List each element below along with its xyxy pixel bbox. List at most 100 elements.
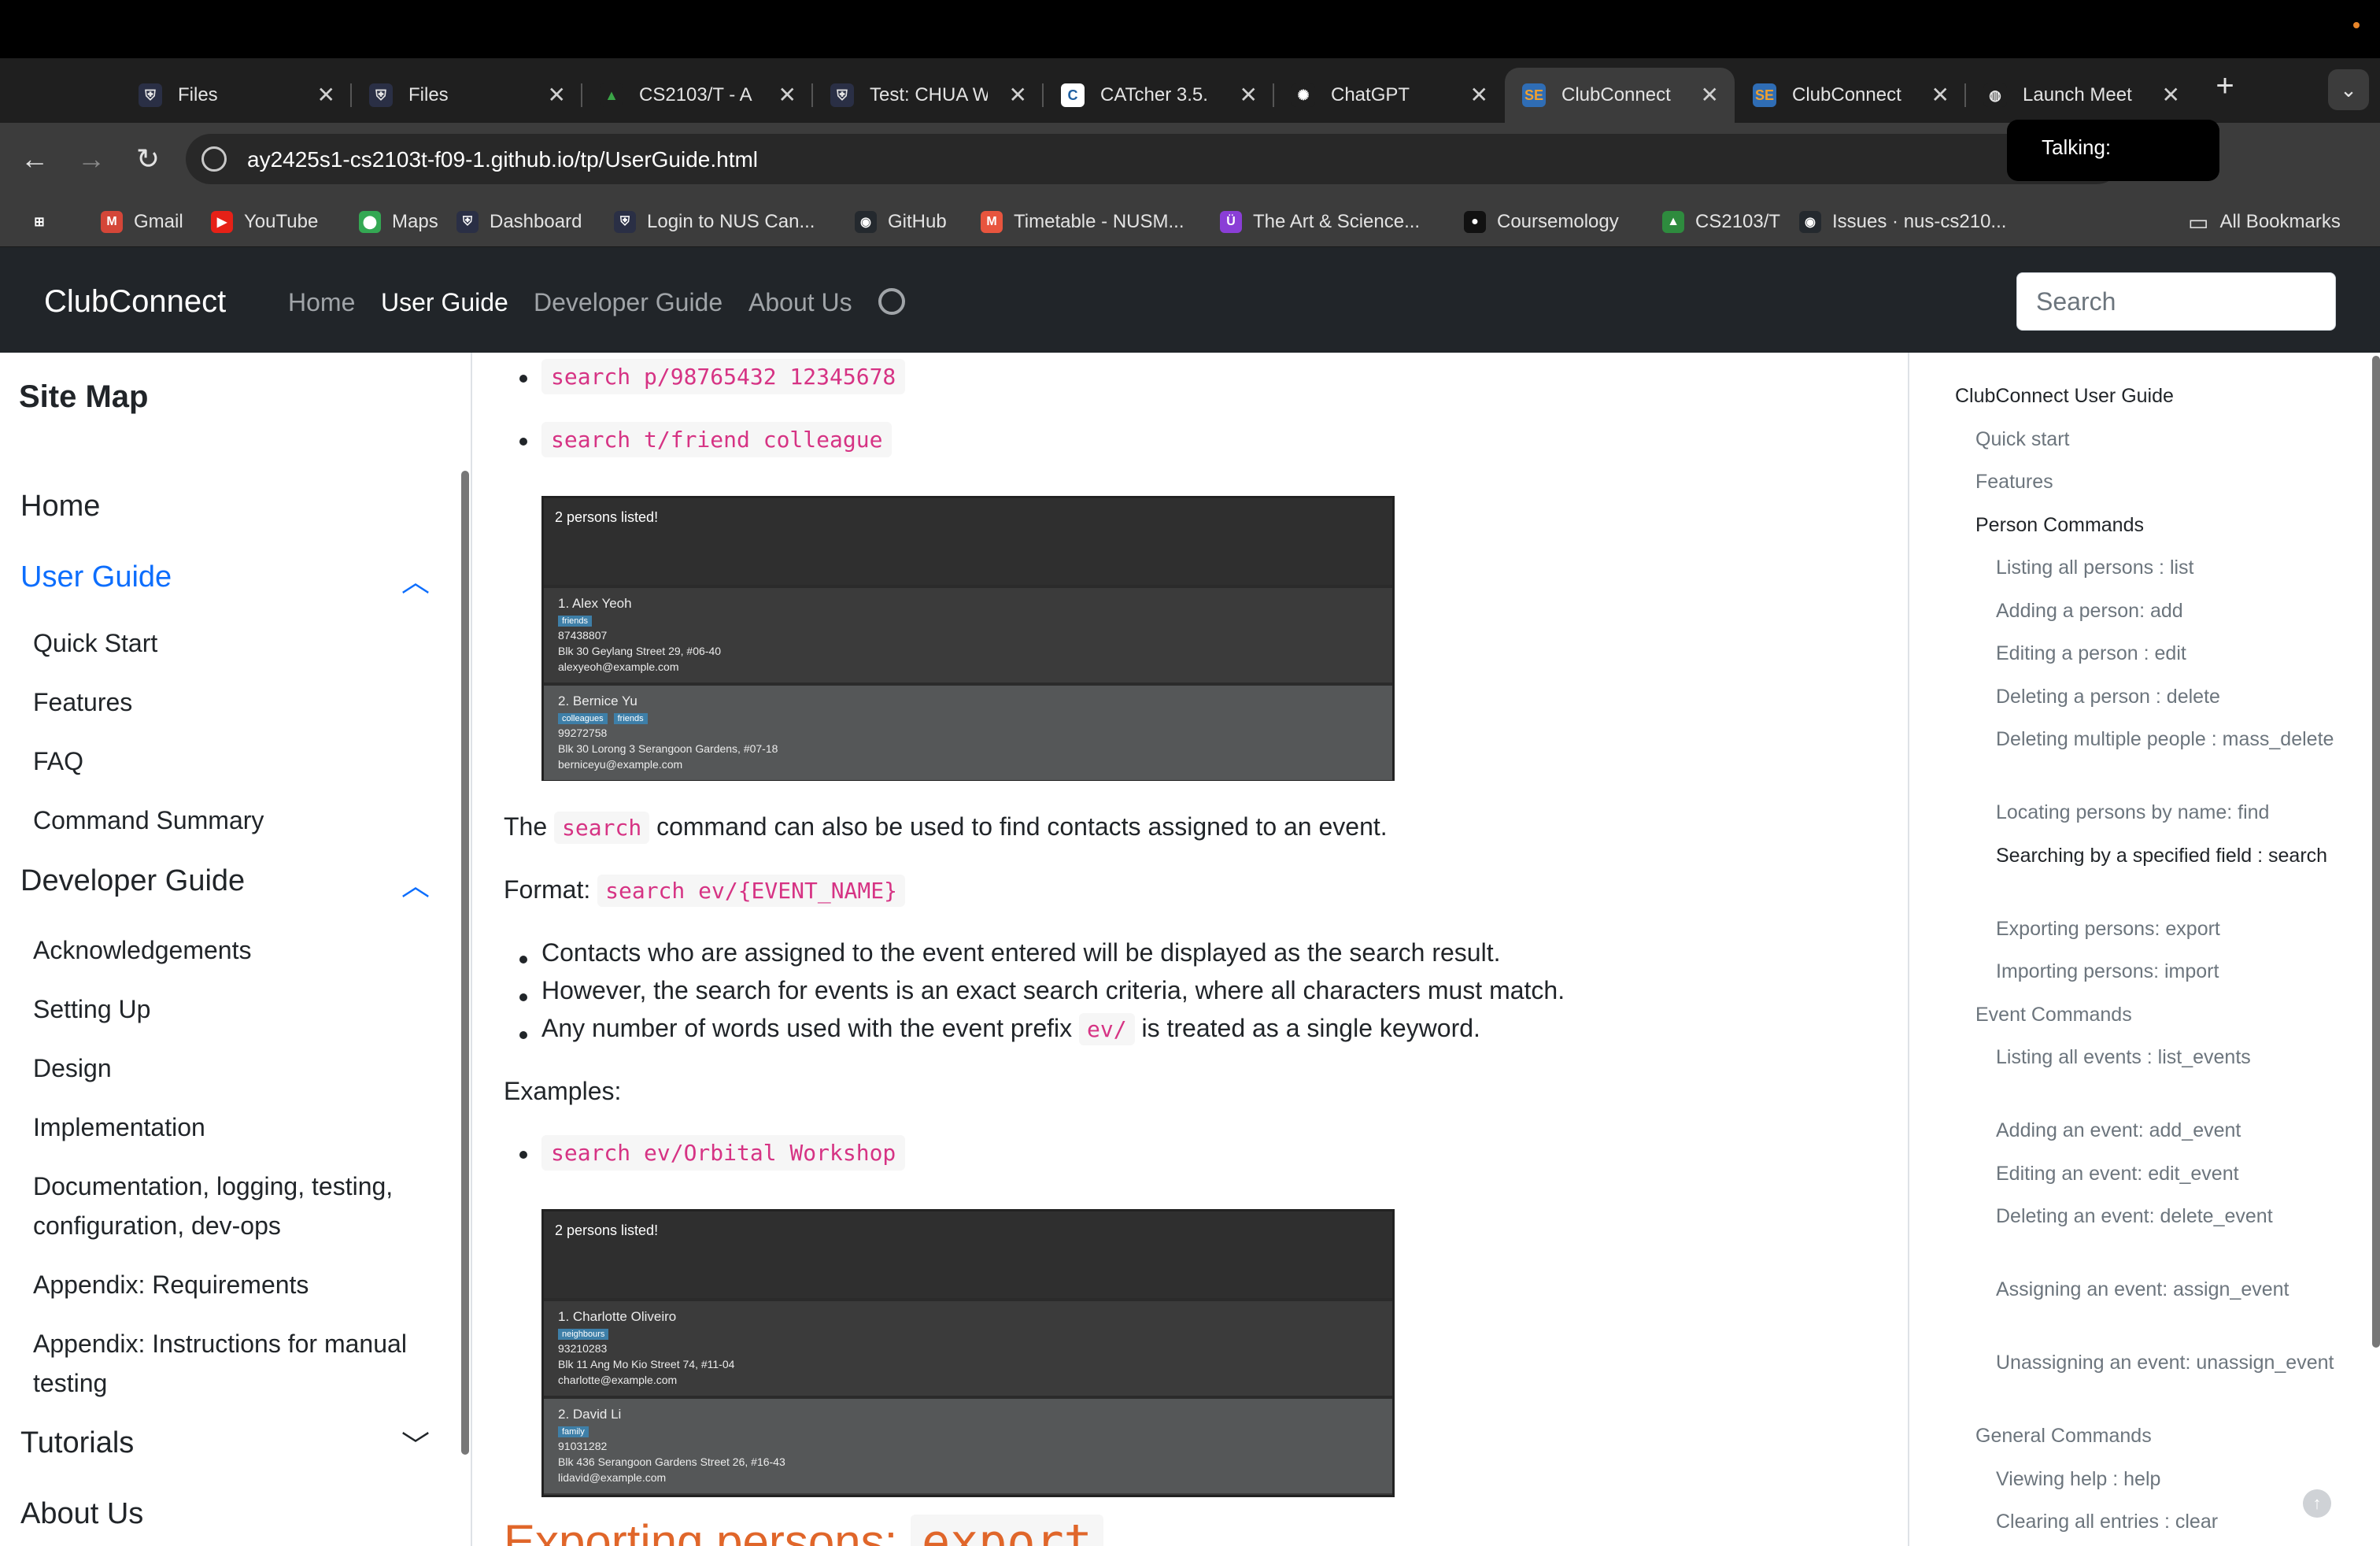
toc-link[interactable]: Adding a person: add bbox=[1996, 596, 2342, 626]
site-info-icon[interactable] bbox=[201, 146, 227, 172]
address-bar[interactable]: ay2425s1-cs2103t-f09-1.github.io/tp/User… bbox=[186, 134, 2122, 184]
toc-link[interactable]: Quick start bbox=[1975, 424, 2322, 454]
toc-link[interactable]: Unassigning an event: unassign_event bbox=[1996, 1348, 2342, 1378]
toc-link[interactable]: Features bbox=[1975, 467, 2322, 497]
person-phone: 99272758 bbox=[558, 727, 608, 739]
browser-tab[interactable]: ◍ Launch Meet ✕ bbox=[1966, 68, 2196, 123]
sitemap-appendix-manual-testing[interactable]: Appendix: Instructions for manual testin… bbox=[33, 1324, 442, 1403]
browser-tab[interactable]: C CATcher 3.5. ✕ bbox=[1044, 68, 1273, 123]
toc-link[interactable]: Listing all events : list_events bbox=[1996, 1042, 2342, 1072]
sitemap-user-guide[interactable]: User Guide bbox=[20, 560, 172, 594]
toc-link[interactable]: Listing all persons : list bbox=[1996, 553, 2342, 583]
sitemap-appendix-requirements[interactable]: Appendix: Requirements bbox=[33, 1265, 442, 1304]
toc-link[interactable]: Importing persons: import bbox=[1996, 956, 2342, 986]
browser-tab[interactable]: ✺ ChatGPT ✕ bbox=[1274, 68, 1504, 123]
nav-home[interactable]: Home bbox=[288, 288, 355, 317]
tab-close-icon[interactable]: ✕ bbox=[778, 82, 796, 108]
bookmark-item[interactable]: M Timetable - NUSM... bbox=[981, 208, 1184, 236]
sitemap-features[interactable]: Features bbox=[33, 682, 442, 722]
chevron-down-icon[interactable]: ﹀ bbox=[401, 1423, 430, 1464]
sitemap-developer-guide[interactable]: Developer Guide bbox=[20, 864, 245, 898]
browser-tab[interactable]: SE ClubConnect ✕ bbox=[1505, 68, 1735, 123]
sitemap-quick-start[interactable]: Quick Start bbox=[33, 623, 442, 663]
forward-button[interactable]: → bbox=[72, 140, 110, 178]
bookmark-item[interactable]: ◉ GitHub bbox=[855, 208, 947, 236]
sitemap-command-summary[interactable]: Command Summary bbox=[33, 801, 442, 840]
nav-about-us[interactable]: About Us bbox=[748, 288, 852, 317]
tab-close-icon[interactable]: ✕ bbox=[2162, 82, 2180, 108]
result-screenshot: 2 persons listed! 1. Alex Yeoh friends 8743… bbox=[541, 496, 1395, 781]
site-brand[interactable]: ClubConnect bbox=[44, 284, 226, 320]
toc-scrollbar[interactable] bbox=[2372, 356, 2380, 1348]
bookmark-favicon-icon: ▶ bbox=[211, 211, 233, 233]
toc-link[interactable]: Deleting a person : delete bbox=[1996, 682, 2342, 712]
sitemap-scrollbar[interactable] bbox=[461, 471, 469, 1455]
reload-button[interactable]: ↻ bbox=[129, 140, 167, 178]
apps-button[interactable]: ⊞ bbox=[28, 208, 61, 236]
toc-link[interactable]: Assigning an event: assign_event bbox=[1996, 1274, 2342, 1304]
toc-link[interactable]: Locating persons by name: find bbox=[1996, 797, 2342, 827]
sitemap-acknowledgements[interactable]: Acknowledgements bbox=[33, 930, 442, 970]
browser-tab[interactable]: ⛨ Test: CHUA W ✕ bbox=[813, 68, 1043, 123]
tab-search-button[interactable]: ⌄ bbox=[2328, 69, 2369, 110]
nav-user-guide[interactable]: User Guide bbox=[381, 288, 508, 317]
toc-link[interactable]: Searching by a specified field : search bbox=[1996, 841, 2342, 871]
talking-popup: Talking: bbox=[2007, 120, 2219, 181]
tab-close-icon[interactable]: ✕ bbox=[1240, 82, 1258, 108]
sitemap-faq[interactable]: FAQ bbox=[33, 742, 442, 781]
browser-tab[interactable]: ⛨ Files ✕ bbox=[352, 68, 582, 123]
browser-tab[interactable]: ⛨ Files ✕ bbox=[121, 68, 351, 123]
tab-close-icon[interactable]: ✕ bbox=[1009, 82, 1027, 108]
event-search-sentence: The search command can also be used to f… bbox=[504, 812, 1388, 844]
url-text[interactable]: ay2425s1-cs2103t-f09-1.github.io/tp/User… bbox=[247, 147, 758, 172]
tab-close-icon[interactable]: ✕ bbox=[1470, 82, 1488, 108]
toc-link[interactable]: Viewing help : help bbox=[1996, 1464, 2342, 1494]
sitemap-design[interactable]: Design bbox=[33, 1049, 442, 1088]
all-bookmarks-button[interactable]: ▭ All Bookmarks bbox=[2188, 208, 2341, 236]
site-search-input[interactable]: Search bbox=[2016, 272, 2336, 331]
tab-close-icon[interactable]: ✕ bbox=[1701, 82, 1719, 108]
tab-favicon-icon: ▲ bbox=[600, 83, 623, 107]
sitemap-tutorials[interactable]: Tutorials bbox=[20, 1426, 134, 1460]
toc-link[interactable]: Adding an event: add_event bbox=[1996, 1115, 2342, 1145]
browser-tab[interactable]: ▲ CS2103/T - A ✕ bbox=[582, 68, 812, 123]
bookmark-item[interactable]: ⬤ Maps bbox=[359, 208, 438, 236]
bookmark-item[interactable]: M Gmail bbox=[101, 208, 183, 236]
sitemap-home[interactable]: Home bbox=[20, 490, 100, 523]
github-icon[interactable] bbox=[878, 288, 905, 315]
toc-link[interactable]: Clearing all entries : clear bbox=[1996, 1507, 2342, 1537]
toc-link[interactable]: ClubConnect User Guide bbox=[1955, 381, 2301, 411]
bookmark-favicon-icon: ⛨ bbox=[614, 211, 636, 233]
toc-link[interactable]: Deleting multiple people : mass_delete bbox=[1996, 724, 2342, 754]
sitemap-setting-up[interactable]: Setting Up bbox=[33, 989, 442, 1029]
toc-link[interactable]: Exporting persons: export bbox=[1996, 914, 2342, 944]
toc-link[interactable]: General Commands bbox=[1975, 1421, 2322, 1451]
chevron-up-icon[interactable]: ︿ bbox=[401, 863, 430, 904]
toc-link[interactable]: Event Commands bbox=[1975, 1000, 2322, 1030]
bookmark-item[interactable]: ◉ Issues · nus-cs210... bbox=[1799, 208, 2006, 236]
bookmark-item[interactable]: Ü The Art & Science... bbox=[1220, 208, 1420, 236]
bookmark-item[interactable]: ⛨ Dashboard bbox=[456, 208, 582, 236]
toc-link[interactable]: Person Commands bbox=[1975, 510, 2322, 540]
bookmark-item[interactable]: ● Coursemology bbox=[1464, 208, 1619, 236]
new-tab-button[interactable]: + bbox=[2205, 68, 2245, 107]
tab-close-icon[interactable]: ✕ bbox=[1931, 82, 1949, 108]
chevron-up-icon[interactable]: ︿ bbox=[401, 559, 430, 600]
bookmark-label: Issues · nus-cs210... bbox=[1832, 211, 2007, 232]
browser-tab[interactable]: SE ClubConnect ✕ bbox=[1735, 68, 1965, 123]
tag-chip: family bbox=[558, 1426, 589, 1437]
bookmark-item[interactable]: ▶ YouTube bbox=[211, 208, 318, 236]
toc-link[interactable]: Editing a person : edit bbox=[1996, 638, 2342, 668]
toc-link[interactable]: Deleting an event: delete_event bbox=[1996, 1201, 2342, 1231]
sitemap-implementation[interactable]: Implementation bbox=[33, 1108, 442, 1147]
back-to-top-button[interactable]: ↑ bbox=[2303, 1489, 2331, 1518]
bookmark-item[interactable]: ⛨ Login to NUS Can... bbox=[614, 208, 815, 236]
sitemap-documentation[interactable]: Documentation, logging, testing, configu… bbox=[33, 1167, 442, 1245]
bookmark-item[interactable]: ▲ CS2103/T bbox=[1662, 208, 1780, 236]
back-button[interactable]: ← bbox=[16, 140, 54, 178]
tab-close-icon[interactable]: ✕ bbox=[548, 82, 566, 108]
sitemap-about-us[interactable]: About Us bbox=[20, 1497, 143, 1531]
nav-developer-guide[interactable]: Developer Guide bbox=[534, 288, 722, 317]
toc-link[interactable]: Editing an event: edit_event bbox=[1996, 1159, 2342, 1189]
tab-close-icon[interactable]: ✕ bbox=[317, 82, 335, 108]
